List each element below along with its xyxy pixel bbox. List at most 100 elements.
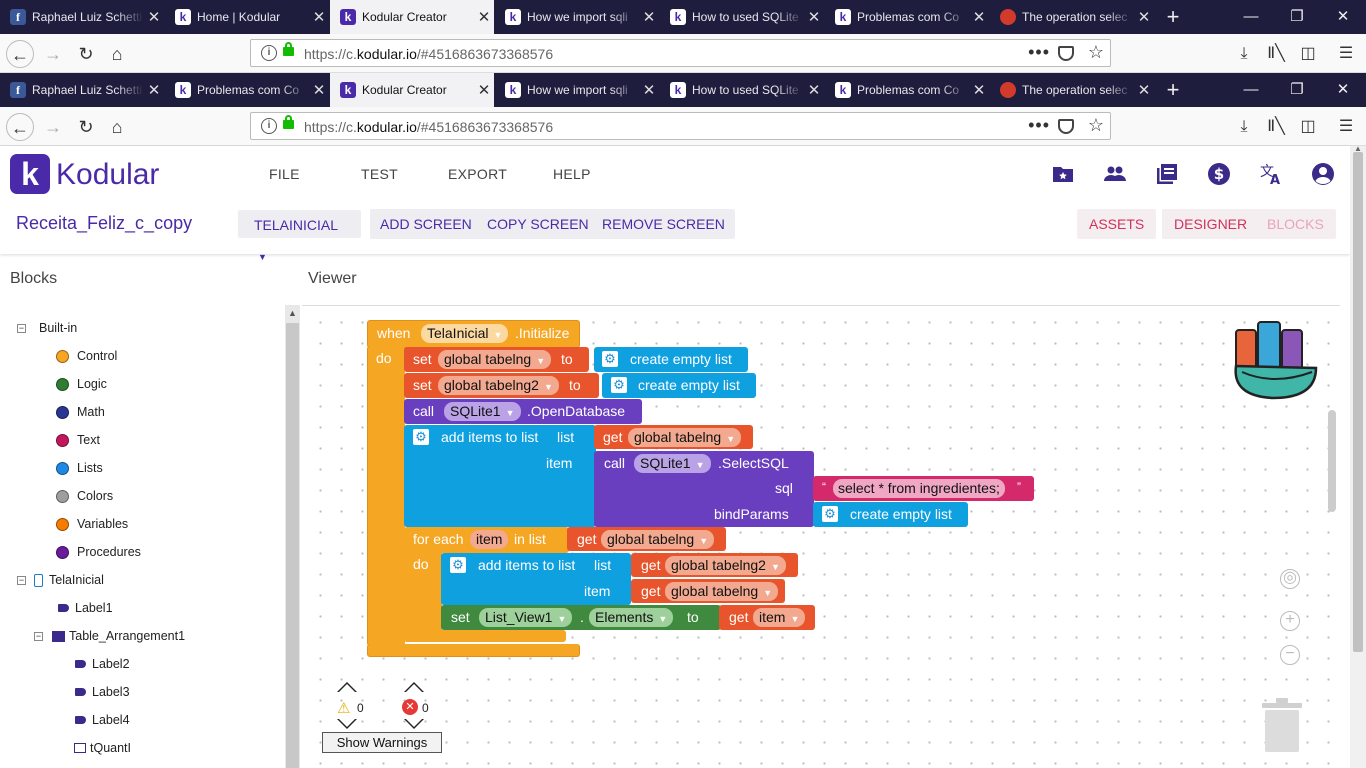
browser-tab[interactable]: f Raphael Luiz Schetti ✕ [0, 0, 164, 34]
close-tab-icon[interactable]: ✕ [969, 81, 989, 99]
community-icon[interactable] [1103, 162, 1127, 186]
mutator-gear-icon[interactable]: ⚙ [611, 377, 627, 393]
tree-builtin-lists[interactable]: Lists [56, 461, 103, 475]
forward-icon[interactable]: → [39, 113, 67, 141]
minimize-icon[interactable]: — [1228, 73, 1274, 107]
browser-tab[interactable]: k How we import sqli ✕ [495, 0, 659, 34]
close-tab-icon[interactable]: ✕ [1134, 81, 1154, 99]
zoom-out-icon[interactable]: − [1280, 645, 1300, 665]
trash-can-icon[interactable] [1260, 697, 1304, 753]
add-screen-button[interactable]: ADD SCREEN [370, 209, 482, 239]
reload-icon[interactable]: ↻ [72, 40, 100, 68]
scroll-up-icon[interactable]: ▲ [288, 308, 297, 318]
var-dropdown-tabelng2[interactable]: global tabelng2 ▼ [438, 376, 559, 395]
tree-component-label1[interactable]: Label1 [58, 601, 113, 615]
close-tab-icon[interactable]: ✕ [309, 8, 329, 26]
zoom-in-icon[interactable]: + [1280, 611, 1300, 631]
home-icon[interactable]: ⌂ [103, 40, 131, 68]
workspace-scrollbar[interactable] [1328, 410, 1336, 512]
assets-button[interactable]: ASSETS [1077, 209, 1157, 239]
tree-builtin-logic[interactable]: Logic [56, 377, 107, 391]
close-tab-icon[interactable]: ✕ [474, 8, 494, 26]
hamburger-menu-icon[interactable]: ☰ [1335, 116, 1357, 138]
tree-component-tquanti[interactable]: tQuantI [74, 741, 131, 755]
browser-tab[interactable]: The operation selec ✕ [990, 0, 1154, 34]
blocks-button[interactable]: BLOCKS [1255, 209, 1336, 239]
page-scrollbar[interactable]: ▲ [1350, 144, 1366, 768]
page-actions-icon[interactable]: ••• [1028, 115, 1050, 136]
mutator-gear-icon[interactable]: ⚙ [450, 557, 466, 573]
menu-help[interactable]: HELP [553, 166, 591, 182]
tree-builtin-colors[interactable]: Colors [56, 489, 113, 503]
var-dropdown-tabelng[interactable]: global tabelng ▼ [665, 582, 779, 601]
var-dropdown-tabelng2[interactable]: global tabelng2 ▼ [665, 556, 786, 575]
info-icon[interactable]: i [261, 118, 277, 134]
new-tab-button[interactable]: + [1160, 73, 1186, 107]
close-tab-icon[interactable]: ✕ [639, 81, 659, 99]
close-tab-icon[interactable]: ✕ [144, 8, 164, 26]
event-component-dropdown[interactable]: TelaInicial ▼ [421, 324, 509, 343]
sqlite-dropdown[interactable]: SQLite1 ▼ [444, 402, 521, 421]
donate-dollar-icon[interactable]: $ [1207, 162, 1231, 186]
hamburger-menu-icon[interactable]: ☰ [1335, 43, 1357, 65]
sql-text-field[interactable]: select * from ingredientes; [833, 479, 1005, 498]
info-icon[interactable]: i [261, 45, 277, 61]
tree-builtin-math[interactable]: Math [56, 405, 105, 419]
var-dropdown-tabelng[interactable]: global tabelng ▼ [438, 350, 552, 369]
tree-screen[interactable]: − TelaInicial [17, 573, 104, 587]
bookmark-star-icon[interactable]: ☆ [1088, 42, 1104, 63]
designer-button[interactable]: DESIGNER [1162, 209, 1260, 239]
collapse-icon[interactable]: − [17, 323, 26, 333]
property-dropdown[interactable]: Elements ▼ [589, 608, 674, 627]
close-tab-icon[interactable]: ✕ [309, 81, 329, 99]
library-icon[interactable]: Ⅱ╲ [1265, 116, 1287, 138]
url-bar[interactable]: i https://c.kodular.io/#4516863673368576… [250, 39, 1111, 67]
tree-component-label3[interactable]: Label3 [75, 685, 130, 699]
close-tab-icon[interactable]: ✕ [1134, 8, 1154, 26]
screen-select-dropdown[interactable]: TELAINICIAL ▼ [238, 210, 361, 262]
browser-tab[interactable]: k Kodular Creator ✕ [330, 73, 494, 107]
tree-builtin-control[interactable]: Control [56, 349, 117, 363]
close-tab-icon[interactable]: ✕ [144, 81, 164, 99]
page-actions-icon[interactable]: ••• [1028, 42, 1050, 63]
menu-test[interactable]: TEST [361, 166, 398, 182]
kodular-logo-text[interactable]: Kodular [56, 158, 159, 192]
var-dropdown-item[interactable]: item ▼ [753, 608, 806, 627]
download-icon[interactable]: ⤓ [1233, 116, 1255, 138]
mutator-gear-icon[interactable]: ⚙ [413, 429, 429, 445]
menu-file[interactable]: FILE [269, 166, 300, 182]
back-icon[interactable]: ← [6, 113, 34, 141]
event-block-footer[interactable] [367, 644, 580, 657]
restore-icon[interactable]: ❐ [1274, 0, 1320, 34]
browser-tab[interactable]: k Kodular Creator ✕ [330, 0, 494, 34]
sidebar-icon[interactable]: ◫ [1297, 43, 1319, 65]
sqlite-dropdown[interactable]: SQLite1 ▼ [634, 454, 711, 473]
browser-tab[interactable]: k Problemas com Co ✕ [825, 0, 989, 34]
close-tab-icon[interactable]: ✕ [804, 8, 824, 26]
var-dropdown-tabelng[interactable]: global tabelng ▼ [601, 530, 715, 549]
home-icon[interactable]: ⌂ [103, 113, 131, 141]
browser-tab[interactable]: k How we import sqli ✕ [495, 73, 659, 107]
download-icon[interactable]: ⤓ [1233, 43, 1255, 65]
minimize-icon[interactable]: — [1228, 0, 1274, 34]
browser-tab[interactable]: k Problemas com Co ✕ [825, 73, 989, 107]
language-icon[interactable]: 文A [1259, 162, 1283, 186]
sidebar-icon[interactable]: ◫ [1297, 116, 1319, 138]
close-tab-icon[interactable]: ✕ [639, 8, 659, 26]
browser-tab[interactable]: k How to used SQLite ✕ [660, 0, 824, 34]
tree-builtin-procedures[interactable]: Procedures [56, 545, 141, 559]
scrollbar-thumb[interactable] [286, 323, 299, 768]
tree-component-label2[interactable]: Label2 [75, 657, 130, 671]
browser-tab[interactable]: k Home | Kodular ✕ [165, 0, 329, 34]
browser-tab[interactable]: k Problemas com Co ✕ [165, 73, 329, 107]
tree-component-table-arrangement1[interactable]: − Table_Arrangement1 [34, 629, 185, 643]
pocket-icon[interactable] [1058, 46, 1074, 61]
pocket-icon[interactable] [1058, 119, 1074, 134]
scrollbar-thumb[interactable] [1353, 152, 1363, 652]
close-tab-icon[interactable]: ✕ [804, 81, 824, 99]
menu-export[interactable]: EXPORT [448, 166, 507, 182]
show-warnings-button[interactable]: Show Warnings [322, 732, 442, 753]
close-tab-icon[interactable]: ✕ [474, 81, 494, 99]
tree-builtin-text[interactable]: Text [56, 433, 100, 447]
tree-builtin[interactable]: − Built-in [17, 321, 77, 335]
